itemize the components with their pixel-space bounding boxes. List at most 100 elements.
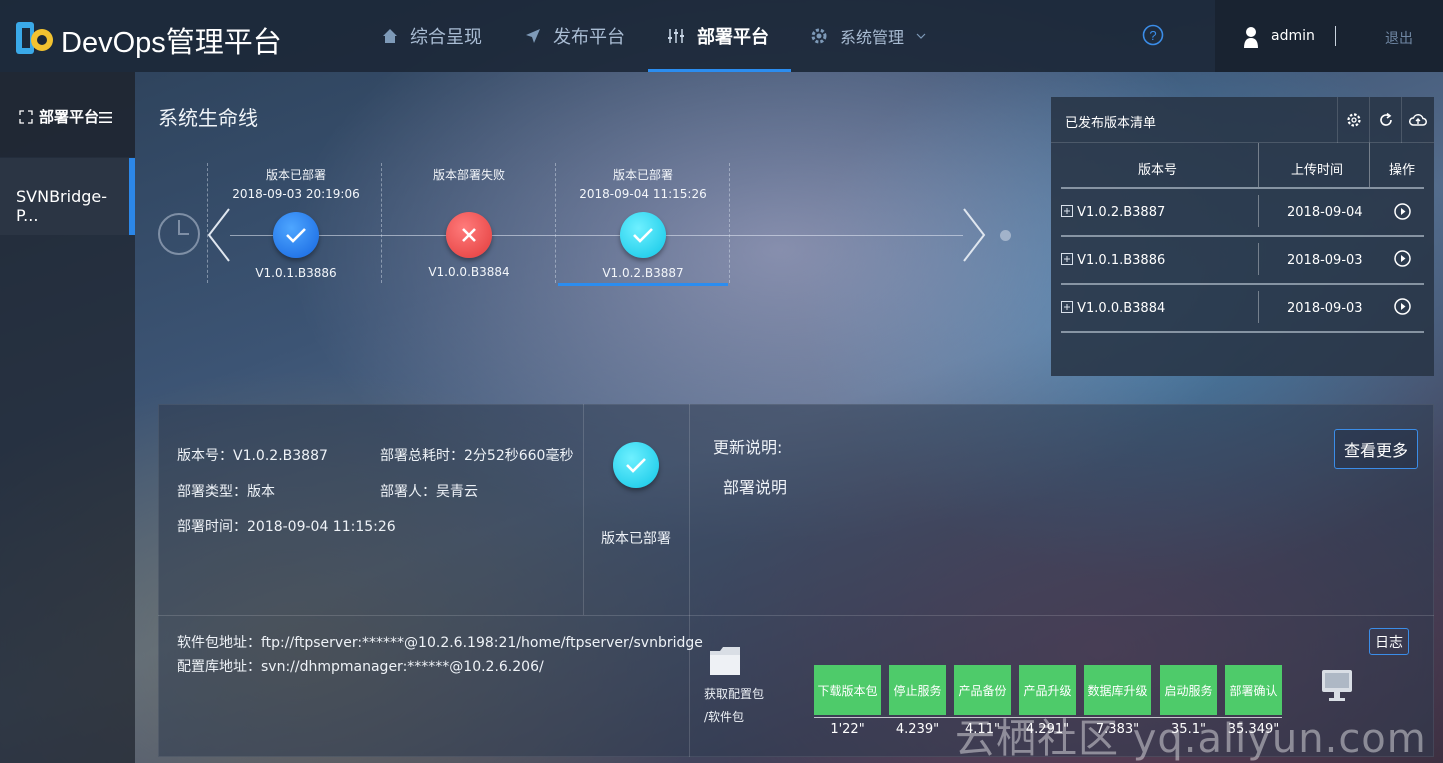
timeline-selected-indicator	[558, 283, 728, 286]
timeline-node-1-time: 2018-09-03 20:19:06	[232, 187, 360, 201]
play-icon[interactable]	[1394, 203, 1411, 220]
row-divider	[1061, 283, 1424, 285]
nav-deploy[interactable]: 部署平台	[665, 0, 771, 72]
nav-release[interactable]: 发布平台	[523, 0, 627, 72]
col-action: 操作	[1389, 163, 1416, 178]
sliders-icon	[668, 29, 684, 43]
timeline-node-3-time: 2018-09-04 11:15:26	[579, 187, 707, 201]
sidebar-item-svnbridge[interactable]: SVNBridge-P...	[0, 158, 135, 235]
timeline-next-arrow[interactable]	[960, 207, 988, 263]
expand-plus-icon	[1061, 205, 1073, 217]
brand-title: DevOps管理平台	[61, 27, 282, 59]
log-button[interactable]: 日志	[1369, 628, 1409, 655]
nav-system[interactable]: 系统管理	[808, 0, 928, 72]
watermark: 云栖社区 yq.aliyun.com	[955, 716, 1427, 762]
release-row-3-date: 2018-09-03	[1287, 301, 1363, 316]
sidebar-header: 部署平台	[0, 72, 135, 157]
sidebar-header-label: 部署平台	[39, 108, 100, 126]
release-row-2-version-cell[interactable]: V1.0.1.B3886	[1061, 253, 1165, 268]
step-stop-service[interactable]: 停止服务	[889, 665, 946, 715]
timeline-axis	[230, 235, 963, 236]
gear-icon	[811, 28, 827, 44]
col-version: 版本号	[1138, 163, 1178, 178]
gear-icon	[1346, 113, 1361, 127]
play-icon[interactable]	[1394, 250, 1411, 267]
timeline-end-dot	[1000, 230, 1011, 241]
row-divider	[1061, 187, 1424, 189]
timeline-node-3-status: 版本已部署	[612, 168, 673, 182]
release-list-header: 已发布版本清单	[1051, 97, 1434, 143]
close-icon	[462, 228, 476, 242]
timeline-divider	[207, 163, 208, 283]
chevron-down-icon	[916, 33, 926, 39]
timeline-divider	[729, 163, 730, 283]
nav-overview-label: 综合呈现	[410, 27, 482, 48]
clock-icon	[158, 213, 200, 255]
folder-icon[interactable]	[708, 643, 742, 679]
release-row-2-date: 2018-09-03	[1287, 253, 1363, 268]
col-separator	[1258, 195, 1259, 227]
detail-divider	[158, 615, 1434, 616]
row-divider	[1061, 235, 1424, 237]
timeline-divider	[555, 163, 556, 283]
timeline-title: 系统生命线	[158, 106, 258, 130]
timeline-node-1-version: V1.0.1.B3886	[255, 266, 337, 280]
release-row-1-date: 2018-09-04	[1287, 205, 1363, 220]
nav-active-indicator	[648, 69, 791, 72]
expand-plus-icon	[1061, 301, 1073, 313]
header-separator	[1335, 26, 1336, 46]
monitor-icon	[1322, 670, 1352, 701]
timeline-node-3[interactable]	[620, 212, 666, 258]
detail-status: 版本已部署	[601, 531, 671, 547]
config-address: 配置库地址：svn://dhmpmanager:******@10.2.6.20…	[177, 659, 544, 675]
devops-logo	[16, 22, 53, 54]
settings-button[interactable]	[1337, 97, 1369, 143]
release-row-2-version: V1.0.1.B3886	[1077, 253, 1166, 268]
col-separator	[1369, 143, 1370, 187]
nav-release-label: 发布平台	[553, 27, 625, 48]
release-list-title: 已发布版本清单	[1065, 116, 1157, 131]
fetch-label-2: /软件包	[704, 710, 745, 724]
nav-system-label: 系统管理	[840, 28, 905, 47]
col-upload-time: 上传时间	[1291, 163, 1344, 178]
home-icon	[383, 29, 397, 43]
expand-icon[interactable]	[19, 110, 33, 124]
detail-version: 版本号：V1.0.2.B3887	[177, 448, 328, 464]
timeline-node-1-status: 版本已部署	[265, 168, 326, 182]
logout-link[interactable]: 退出	[1385, 28, 1413, 48]
upload-button[interactable]	[1401, 97, 1433, 143]
timeline-node-2[interactable]	[446, 212, 492, 258]
send-icon	[526, 29, 540, 43]
row-divider	[1061, 331, 1424, 333]
svg-text:?: ?	[1149, 28, 1156, 43]
nav-deploy-label: 部署平台	[697, 27, 769, 48]
detail-time: 部署时间：2018-09-04 11:15:26	[177, 519, 396, 535]
fetch-label-1: 获取配置包	[704, 687, 765, 701]
view-more-button[interactable]: 查看更多	[1334, 429, 1418, 469]
timeline-prev-arrow[interactable]	[205, 207, 233, 263]
timeline-node-2-status: 版本部署失败	[432, 168, 505, 182]
step-download[interactable]: 下载版本包	[814, 665, 881, 715]
release-row-1-version: V1.0.2.B3887	[1077, 205, 1166, 220]
play-icon[interactable]	[1394, 298, 1411, 315]
help-icon[interactable]: ?	[1142, 24, 1164, 46]
release-row-3-version-cell[interactable]: V1.0.0.B3884	[1061, 301, 1165, 316]
step-time: 4.239"	[895, 722, 940, 737]
refresh-button[interactable]	[1369, 97, 1401, 143]
col-separator	[1258, 291, 1259, 323]
release-row-1-version-cell[interactable]: V1.0.2.B3887	[1061, 205, 1165, 220]
notes-title: 更新说明:	[713, 438, 783, 457]
detail-status-icon	[613, 442, 659, 488]
user-icon	[1244, 27, 1258, 48]
menu-icon[interactable]	[99, 112, 112, 123]
col-separator	[1258, 243, 1259, 275]
nav-overview[interactable]: 综合呈现	[380, 0, 484, 72]
username[interactable]: admin	[1271, 28, 1315, 44]
sidebar-item-label: SVNBridge-P...	[16, 187, 107, 225]
release-row-3-version: V1.0.0.B3884	[1077, 301, 1166, 316]
check-icon	[286, 228, 306, 243]
timeline-node-1[interactable]	[273, 212, 319, 258]
step-time: 1'22"	[830, 722, 865, 737]
check-icon	[633, 228, 653, 243]
notes-body: 部署说明	[723, 478, 788, 497]
